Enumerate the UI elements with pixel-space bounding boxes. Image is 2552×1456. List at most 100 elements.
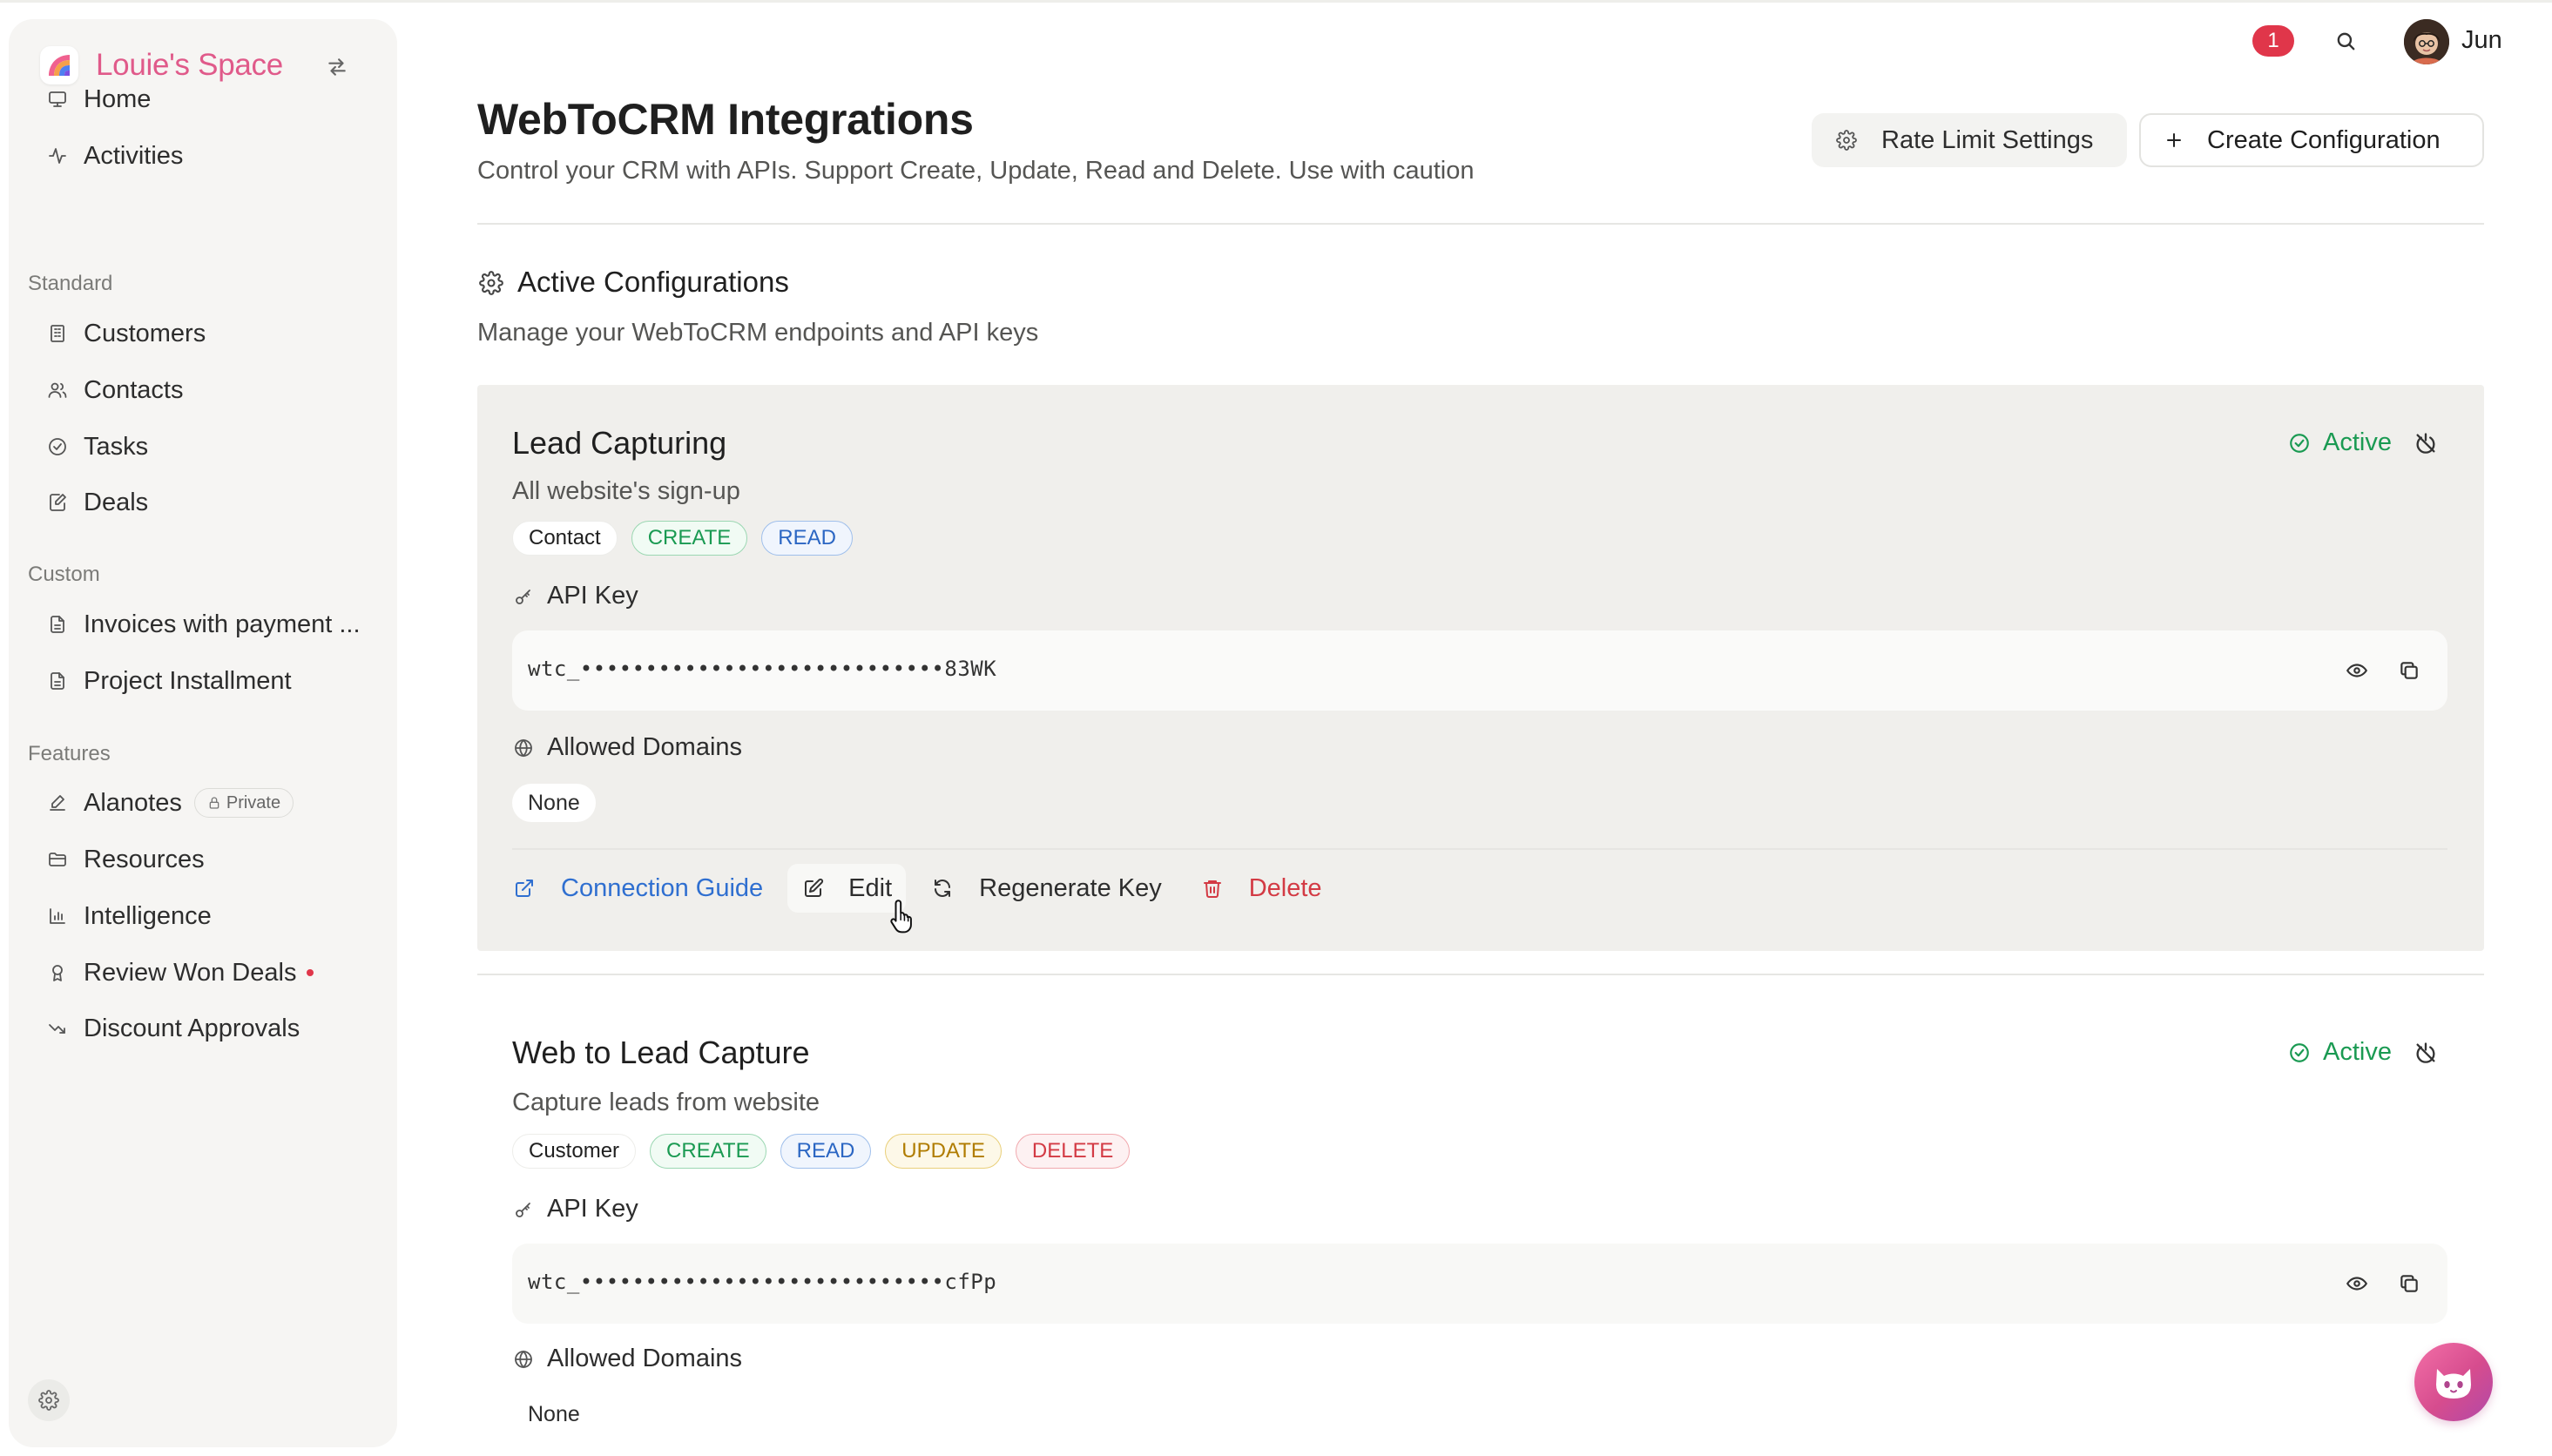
page-subtitle: Control your CRM with APIs. Support Crea… [477, 157, 1475, 185]
delete-button[interactable]: Delete [1186, 864, 1336, 913]
rate-limit-settings-label: Rate Limit Settings [1881, 125, 2094, 154]
assistant-chat-button[interactable] [2414, 1343, 2493, 1421]
file-edit-icon [45, 490, 70, 515]
top-border [0, 0, 2552, 3]
edit-label: Edit [848, 873, 893, 902]
permission-chips: Contact CREATE READ [512, 521, 867, 556]
sidebar-item-home[interactable]: Home [28, 75, 376, 124]
sidebar-item-customers[interactable]: Customers [28, 309, 376, 358]
connection-guide-label: Connection Guide [561, 873, 764, 902]
sidebar: Louie's Space Home Activities Standard C… [9, 19, 397, 1447]
folder-icon [45, 847, 70, 872]
settings-gear-icon[interactable] [28, 1379, 70, 1421]
configuration-card: Lead Capturing Active All website's sign… [477, 385, 2484, 951]
allowed-domains-value: None [512, 784, 596, 822]
edit-icon [801, 876, 826, 900]
header-divider [477, 223, 2484, 225]
rate-limit-settings-button[interactable]: Rate Limit Settings [1812, 113, 2127, 167]
allowed-domains-label: Allowed Domains [547, 733, 743, 761]
check-circle-icon [2290, 433, 2309, 453]
configuration-actions: Connection Guide Edit Regenerate Key Del… [512, 864, 1347, 913]
sidebar-item-contacts[interactable]: Contacts [28, 366, 376, 415]
sidebar-item-label: Resources [84, 845, 205, 873]
sidebar-item-invoices[interactable]: Invoices with payment ... [28, 600, 376, 649]
plus-icon [2162, 128, 2186, 152]
api-key-field: wtc_••••••••••••••••••••••••••••cfPp [512, 1244, 2447, 1324]
api-key-value[interactable]: wtc_••••••••••••••••••••••••••••83WK [528, 657, 996, 681]
allowed-domains-value: None [512, 1395, 596, 1433]
sidebar-item-activities[interactable]: Activities [28, 131, 376, 180]
sidebar-item-label: Review Won Deals [84, 958, 297, 987]
permission-create-chip: CREATE [631, 521, 748, 556]
sidebar-item-label: Activities [84, 141, 184, 170]
sidebar-item-discount-approvals[interactable]: Discount Approvals [28, 1004, 376, 1053]
sidebar-item-deals[interactable]: Deals [28, 478, 376, 527]
sidebar-item-review-won-deals[interactable]: Review Won Deals [28, 948, 376, 997]
activity-icon [45, 144, 70, 168]
connection-guide-button[interactable]: Connection Guide [498, 864, 777, 913]
section-subtitle: Manage your WebToCRM endpoints and API k… [477, 319, 1039, 347]
external-link-icon [512, 876, 537, 900]
status-label: Active [2323, 1038, 2392, 1066]
status-badge: Active [2288, 428, 2392, 457]
create-configuration-label: Create Configuration [2207, 125, 2441, 154]
page-title: WebToCRM Integrations [477, 95, 974, 144]
document-icon [45, 669, 70, 693]
api-key-heading: API Key [512, 582, 638, 610]
configuration-title: Lead Capturing [512, 425, 727, 461]
cat-face-icon [2436, 1369, 2471, 1399]
configuration-description: Capture leads from website [512, 1089, 820, 1116]
eye-icon[interactable] [2343, 657, 2371, 684]
allowed-domains-heading: Allowed Domains [512, 1345, 742, 1373]
gear-icon [477, 269, 505, 297]
sidebar-item-label: Discount Approvals [84, 1014, 300, 1042]
api-key-heading: API Key [512, 1195, 638, 1223]
permission-read-chip: READ [780, 1134, 872, 1169]
deactivate-power-icon[interactable] [2411, 428, 2441, 458]
configuration-description: All website's sign-up [512, 477, 740, 505]
sidebar-item-label: Project Installment [84, 666, 292, 695]
sidebar-item-label: Contacts [84, 375, 184, 404]
sidebar-item-resources[interactable]: Resources [28, 835, 376, 884]
copy-icon[interactable] [2395, 1270, 2423, 1298]
permission-chips: Customer CREATE READ UPDATE DELETE [512, 1134, 1144, 1169]
document-icon [45, 612, 70, 637]
status-badge: Active [2288, 1038, 2392, 1067]
pen-icon [45, 791, 70, 815]
sidebar-section-custom: Custom [28, 563, 100, 586]
search-icon[interactable] [2331, 26, 2360, 56]
eye-icon[interactable] [2343, 1270, 2371, 1298]
sidebar-item-tasks[interactable]: Tasks [28, 422, 376, 471]
unread-dot [307, 969, 314, 976]
monitor-icon [45, 87, 70, 111]
sidebar-item-label: Tasks [84, 432, 149, 461]
api-key-label: API Key [547, 582, 638, 610]
create-configuration-button[interactable]: Create Configuration [2139, 113, 2484, 167]
allowed-domains-heading: Allowed Domains [512, 733, 742, 762]
user-avatar[interactable] [2404, 19, 2449, 64]
section-title: Active Configurations [517, 266, 789, 298]
regenerate-key-button[interactable]: Regenerate Key [916, 864, 1176, 913]
award-icon [45, 961, 70, 985]
user-name[interactable]: Jun [2461, 26, 2502, 55]
card-divider [512, 848, 2447, 850]
sidebar-section-features: Features [28, 742, 111, 765]
permission-update-chip: UPDATE [885, 1134, 1002, 1169]
sidebar-item-alanotes[interactable]: Alanotes Private [28, 779, 376, 827]
api-key-value[interactable]: wtc_••••••••••••••••••••••••••••cfPp [528, 1270, 996, 1294]
permission-read-chip: READ [761, 521, 853, 556]
card-separator [477, 974, 2484, 975]
building-icon [45, 321, 70, 346]
edit-button[interactable]: Edit [787, 864, 907, 913]
deactivate-power-icon[interactable] [2411, 1038, 2441, 1068]
globe-icon [512, 1348, 535, 1371]
delete-label: Delete [1248, 873, 1322, 902]
sidebar-item-intelligence[interactable]: Intelligence [28, 892, 376, 940]
notification-badge[interactable]: 1 [2252, 25, 2294, 57]
api-key-field: wtc_••••••••••••••••••••••••••••83WK [512, 630, 2447, 711]
check-circle-icon [45, 435, 70, 459]
sidebar-section-standard: Standard [28, 272, 113, 295]
configuration-card: Web to Lead Capture Active Capture leads… [477, 998, 2484, 1456]
copy-icon[interactable] [2395, 657, 2423, 684]
sidebar-item-project-installment[interactable]: Project Installment [28, 657, 376, 705]
